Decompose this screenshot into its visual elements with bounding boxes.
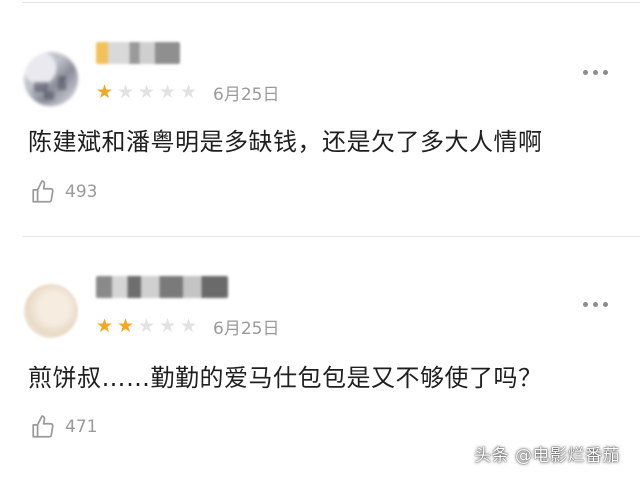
star-rating: ★ ★ ★ ★ ★ 6月25日 bbox=[96, 81, 280, 105]
watermark: 头条 @电影烂番茄 bbox=[474, 446, 620, 466]
comment-text: 煎饼叔……勤勤的爱马仕包包是又不够使了吗？ bbox=[28, 364, 543, 392]
more-dots-icon[interactable] bbox=[583, 70, 608, 75]
star-icon: ★ bbox=[180, 81, 198, 103]
username-blurred[interactable] bbox=[96, 276, 228, 298]
star-icon: ★ bbox=[180, 315, 198, 337]
comment-divider bbox=[22, 236, 640, 237]
star-icon: ★ bbox=[117, 315, 135, 337]
like-button[interactable]: 493 bbox=[30, 179, 97, 205]
more-dots-icon[interactable] bbox=[583, 302, 608, 307]
avatar[interactable] bbox=[24, 52, 78, 106]
avatar[interactable] bbox=[24, 284, 78, 338]
like-count: 493 bbox=[65, 182, 98, 202]
like-count: 471 bbox=[65, 417, 98, 437]
star-icon: ★ bbox=[138, 81, 156, 103]
star-icon: ★ bbox=[138, 315, 156, 337]
like-button[interactable]: 471 bbox=[30, 414, 97, 440]
star-icon: ★ bbox=[96, 81, 114, 103]
star-icon: ★ bbox=[159, 81, 177, 103]
star-rating: ★ ★ ★ ★ ★ 6月25日 bbox=[96, 315, 280, 339]
comment-item-2: ★ ★ ★ ★ ★ 6月25日 煎饼叔……勤勤的爱马仕包包是又不够使了吗？ 47… bbox=[0, 268, 640, 468]
star-icon: ★ bbox=[159, 315, 177, 337]
thumbs-up-icon bbox=[32, 180, 54, 203]
username-blurred[interactable] bbox=[96, 42, 180, 64]
comment-date: 6月25日 bbox=[213, 84, 280, 105]
star-icon: ★ bbox=[96, 315, 114, 337]
thumbs-up-icon bbox=[32, 415, 54, 438]
comment-item-1: ★ ★ ★ ★ ★ 6月25日 陈建斌和潘粤明是多缺钱，还是欠了多大人情啊 49… bbox=[0, 36, 640, 237]
comment-date: 6月25日 bbox=[213, 318, 280, 339]
star-icon: ★ bbox=[117, 81, 135, 103]
top-divider bbox=[22, 2, 640, 3]
comment-text: 陈建斌和潘粤明是多缺钱，还是欠了多大人情啊 bbox=[28, 128, 543, 156]
